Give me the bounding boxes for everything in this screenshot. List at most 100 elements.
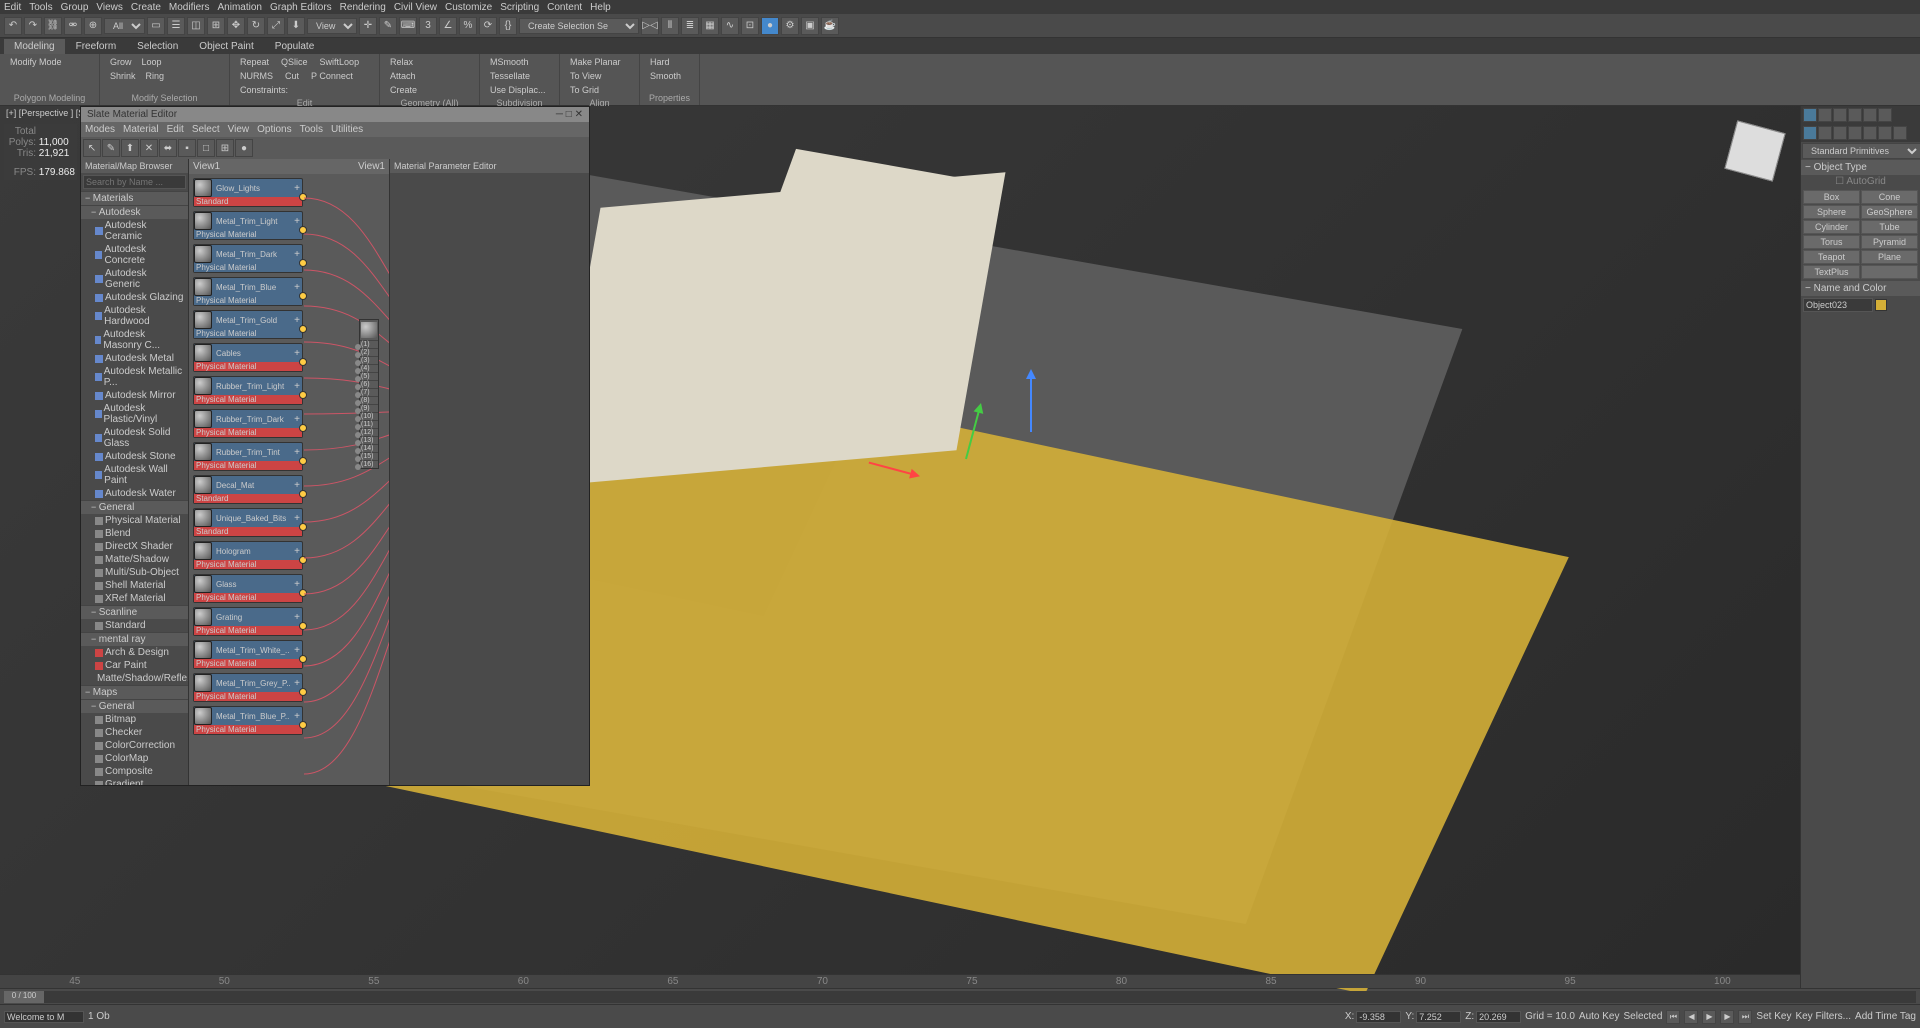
material-node[interactable]: Cables+Physical Material xyxy=(193,343,303,372)
close-icon[interactable]: ✕ xyxy=(575,109,583,120)
compound-slot[interactable]: (4) xyxy=(360,364,378,372)
output-port[interactable] xyxy=(299,391,307,399)
output-port[interactable] xyxy=(299,523,307,531)
menu-edit[interactable]: Edit xyxy=(4,2,21,13)
addtimetag-button[interactable]: Add Time Tag xyxy=(1855,1011,1916,1022)
snap-toggle-icon[interactable]: 3 xyxy=(419,17,437,35)
utilities-panel-icon[interactable] xyxy=(1878,108,1892,122)
primitive-button[interactable]: Box xyxy=(1803,190,1860,204)
tab-modeling[interactable]: Modeling xyxy=(4,39,65,54)
maps-section[interactable]: − Maps xyxy=(81,685,188,699)
primitive-button[interactable]: Tube xyxy=(1861,220,1918,234)
browser-item[interactable]: Blend xyxy=(81,527,188,540)
cameras-icon[interactable] xyxy=(1848,126,1862,140)
pick-icon[interactable]: ✎ xyxy=(102,139,120,157)
goto-start-icon[interactable]: ⏮ xyxy=(1666,1010,1680,1024)
expand-icon[interactable]: + xyxy=(292,678,302,689)
expand-icon[interactable]: + xyxy=(292,513,302,524)
menu-animation[interactable]: Animation xyxy=(217,2,261,13)
output-port[interactable] xyxy=(299,226,307,234)
keyfilters-button[interactable]: Key Filters... xyxy=(1795,1011,1851,1022)
msmooth-button[interactable]: MSmooth xyxy=(486,56,553,68)
browser-item[interactable]: Car Paint xyxy=(81,659,188,672)
browser-item[interactable]: Autodesk Hardwood xyxy=(81,304,188,328)
me-menu-select[interactable]: Select xyxy=(192,124,220,135)
browser-map-item[interactable]: Gradient xyxy=(81,778,188,785)
togrid-button[interactable]: To Grid xyxy=(566,84,633,96)
menu-scripting[interactable]: Scripting xyxy=(500,2,539,13)
scale-icon[interactable]: ⤢ xyxy=(267,17,285,35)
relax-button[interactable]: Relax xyxy=(386,56,473,68)
output-port[interactable] xyxy=(299,655,307,663)
browser-item[interactable]: Arch & Design xyxy=(81,646,188,659)
browser-item[interactable]: Autodesk Stone xyxy=(81,450,188,463)
output-port[interactable] xyxy=(299,325,307,333)
z-input[interactable] xyxy=(1476,1011,1521,1023)
spinner-snap-icon[interactable]: ⟳ xyxy=(479,17,497,35)
curve-editor-icon[interactable]: ∿ xyxy=(721,17,739,35)
name-color-header[interactable]: − Name and Color xyxy=(1801,281,1920,296)
output-port[interactable] xyxy=(299,688,307,696)
maximize-icon[interactable]: □ xyxy=(566,109,572,120)
menu-group[interactable]: Group xyxy=(61,2,89,13)
expand-icon[interactable]: + xyxy=(292,612,302,623)
autokey-button[interactable]: Auto Key xyxy=(1579,1011,1620,1022)
material-node[interactable]: Metal_Trim_Blue_P...+Physical Material xyxy=(193,706,303,735)
layers-icon[interactable]: ≣ xyxy=(681,17,699,35)
viewcube[interactable] xyxy=(1724,120,1785,181)
next-frame-icon[interactable]: ▶ xyxy=(1720,1010,1734,1024)
mirror-icon[interactable]: ▷◁ xyxy=(641,17,659,35)
gizmo-z-axis[interactable] xyxy=(1030,372,1032,432)
keyboard-shortcut-icon[interactable]: ⌨ xyxy=(399,17,417,35)
y-input[interactable] xyxy=(1416,1011,1461,1023)
time-slider[interactable]: 0 / 100 xyxy=(4,991,1916,1003)
output-port[interactable] xyxy=(299,358,307,366)
spacewarps-icon[interactable] xyxy=(1878,126,1892,140)
compound-slot[interactable]: (2) xyxy=(360,348,378,356)
tessellate-button[interactable]: Tessellate xyxy=(486,70,553,82)
me-menu-tools[interactable]: Tools xyxy=(300,124,323,135)
material-node[interactable]: Metal_Trim_Light+Physical Material xyxy=(193,211,303,240)
undo-icon[interactable]: ↶ xyxy=(4,17,22,35)
qslice-button[interactable]: QSlice xyxy=(277,56,312,68)
compound-slot[interactable]: (3) xyxy=(360,356,378,364)
shapes-icon[interactable] xyxy=(1818,126,1832,140)
material-editor-icon[interactable]: ● xyxy=(761,17,779,35)
object-color-swatch[interactable] xyxy=(1875,299,1887,311)
ring-button[interactable]: Ring xyxy=(142,70,169,82)
constraints-button[interactable]: Constraints: xyxy=(236,84,373,96)
window-crossing-icon[interactable]: ⊞ xyxy=(207,17,225,35)
material-node[interactable]: Metal_Trim_Dark+Physical Material xyxy=(193,244,303,273)
compound-slot[interactable]: (8) xyxy=(360,396,378,404)
swiftloop-button[interactable]: SwiftLoop xyxy=(316,56,364,68)
align-icon[interactable]: ⫴ xyxy=(661,17,679,35)
primitive-category-dropdown[interactable]: Standard Primitives xyxy=(1802,143,1920,159)
expand-icon[interactable]: + xyxy=(292,381,302,392)
output-port[interactable] xyxy=(299,292,307,300)
expand-icon[interactable]: + xyxy=(292,579,302,590)
autodesk-section[interactable]: − Autodesk xyxy=(81,205,188,219)
loop-button[interactable]: Loop xyxy=(138,56,166,68)
material-node[interactable]: Metal_Trim_White_...+Physical Material xyxy=(193,640,303,669)
pivot-icon[interactable]: ✛ xyxy=(359,17,377,35)
browser-map-item[interactable]: Composite xyxy=(81,765,188,778)
me-menu-edit[interactable]: Edit xyxy=(167,124,184,135)
compound-slot[interactable]: (1) xyxy=(360,340,378,348)
layout-icon[interactable]: ⊞ xyxy=(216,139,234,157)
compound-slot[interactable]: (10) xyxy=(360,412,378,420)
maps-general-section[interactable]: − General xyxy=(81,699,188,713)
expand-icon[interactable]: + xyxy=(292,348,302,359)
tab-freeform[interactable]: Freeform xyxy=(66,39,127,54)
render-setup-icon[interactable]: ⚙ xyxy=(781,17,799,35)
browser-map-item[interactable]: Checker xyxy=(81,726,188,739)
primitive-button[interactable]: Pyramid xyxy=(1861,235,1918,249)
usedisplace-button[interactable]: Use Displac... xyxy=(486,84,553,96)
percent-snap-icon[interactable]: % xyxy=(459,17,477,35)
render-frame-icon[interactable]: ▣ xyxy=(801,17,819,35)
browser-item[interactable]: Standard xyxy=(81,619,188,632)
play-icon[interactable]: ▶ xyxy=(1702,1010,1716,1024)
compound-slot[interactable]: (13) xyxy=(360,436,378,444)
menu-tools[interactable]: Tools xyxy=(29,2,52,13)
product-icon[interactable]: ● xyxy=(235,139,253,157)
primitive-button[interactable]: Cylinder xyxy=(1803,220,1860,234)
